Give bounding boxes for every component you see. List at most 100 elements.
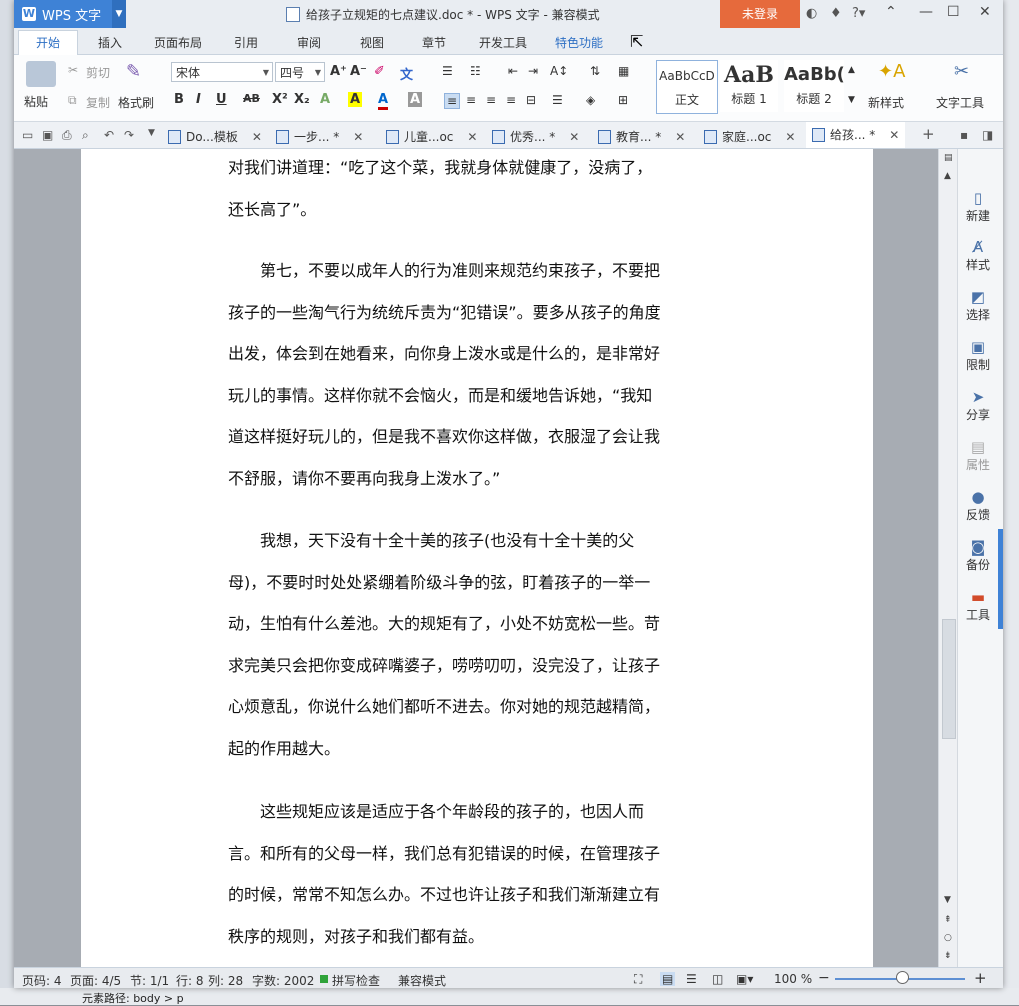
close-icon[interactable]: ✕ [569,130,579,144]
grow-font-icon[interactable]: A⁺ [330,64,347,79]
new-style-icon[interactable]: ✦A [878,61,905,82]
paste-button[interactable]: 粘贴 [24,93,48,110]
open-folder-icon[interactable]: ▭ [22,128,33,142]
sidepane-select[interactable]: ◩ 选择 [958,288,998,323]
tab-home[interactable]: 开始 [18,30,78,55]
quick-access-more-icon[interactable]: ▼ [148,128,155,138]
tab-insert[interactable]: 插入 [98,34,122,51]
web-view-icon[interactable]: ◫ [712,972,723,986]
zoom-in-icon[interactable]: + [974,969,987,987]
doc-tab-active[interactable]: 给孩... * ✕ [806,122,906,148]
close-icon[interactable]: ✕ [889,122,899,148]
maximize-icon[interactable]: ☐ [947,4,960,20]
paste-icon[interactable] [26,61,56,87]
underline-icon[interactable]: U [216,92,227,107]
doc-tab[interactable]: 家庭...oc ✕ [704,128,795,145]
help-icon[interactable]: ?▾ [852,6,865,21]
tab-list-icon[interactable]: ▪ [960,128,968,142]
doc-tab[interactable]: Do...模板 ✕ [168,128,262,145]
sidepane-new[interactable]: ▯ 新建 [958,189,998,224]
close-icon[interactable]: ✕ [252,130,262,144]
skin-icon[interactable]: ◐ [806,6,817,21]
sidepane-restrict[interactable]: ▣ 限制 [958,338,998,373]
scissors-icon[interactable]: ✂ [68,63,78,77]
doc-tab[interactable]: 一步... * ✕ [276,128,363,145]
char-shading-icon[interactable]: A [408,92,423,107]
tab-page-layout[interactable]: 页面布局 [154,34,202,51]
phonetic-icon[interactable]: 文 [400,64,413,83]
copy-icon[interactable]: ⧉ [68,93,77,108]
sidepane-share[interactable]: ➤ 分享 [958,388,998,423]
close-icon[interactable]: ✕ [979,4,991,20]
increase-indent-icon[interactable]: ⇥ [528,64,538,78]
tab-switch-icon[interactable]: ◨ [982,128,993,142]
align-center-icon[interactable]: ≡ [466,93,476,107]
highlight-icon[interactable]: A [348,92,363,107]
scroll-up-icon[interactable]: ▲ [944,171,951,181]
copy-button[interactable]: 复制 [86,94,110,111]
new-tab-icon[interactable]: + [922,125,935,143]
login-button[interactable]: 未登录 [720,0,800,28]
print-preview-icon[interactable]: ⌕ [82,128,89,143]
format-painter-button[interactable]: 格式刷 [118,94,154,111]
sidepane-feedback[interactable]: ● 反馈 [958,488,998,523]
select-browse-object-icon[interactable]: ○ [944,933,952,943]
page-view-icon[interactable]: ▤ [660,972,676,986]
style-normal[interactable]: AaBbCcD 正文 [656,60,718,114]
sidepane-tools[interactable]: ▬ 工具 [958,588,998,623]
scrollbar-thumb[interactable] [942,619,956,739]
text-effect-icon[interactable]: A [320,92,330,107]
tab-developer[interactable]: 开发工具 [479,34,527,51]
font-size-select[interactable]: 四号 ▼ [275,62,325,82]
zoom-out-icon[interactable]: − [818,970,830,986]
chevron-down-icon[interactable]: ▼ [112,0,126,28]
bold-icon[interactable]: B [174,92,184,107]
distribute-icon[interactable]: ⊟ [526,93,536,107]
split-icon[interactable]: ▤ [944,153,953,163]
status-word-count[interactable]: 字数: 2002 [252,972,314,988]
decrease-indent-icon[interactable]: ⇤ [508,64,518,78]
subscript-icon[interactable]: X₂ [294,92,310,107]
tab-review[interactable]: 审阅 [297,34,321,51]
text-tools-icon[interactable]: ✂ [954,61,969,82]
full-screen-icon[interactable]: ⛶ [634,972,642,987]
styles-scroll-up-icon[interactable]: ▲ [848,65,855,75]
status-spellcheck[interactable]: 拼写检查 [332,972,380,988]
zoom-level[interactable]: 100 % [774,972,812,986]
clear-format-icon[interactable]: ✐ [374,64,385,79]
styles-more-icon[interactable]: ▼ [848,95,855,105]
format-painter-icon[interactable]: ✎ [126,61,141,82]
numbered-list-icon[interactable]: ☷ [470,64,481,78]
strikethrough-icon[interactable]: AB [243,92,260,105]
prev-page-icon[interactable]: ⇞ [944,915,952,925]
shrink-font-icon[interactable]: A⁻ [350,64,367,79]
style-heading-2[interactable]: AaBb( 标题 2 [784,60,844,112]
close-icon[interactable]: ✕ [353,130,363,144]
italic-icon[interactable]: I [196,92,201,107]
save-icon[interactable]: ▣ [42,128,53,142]
text-tools-button[interactable]: 文字工具 [936,94,984,111]
table-icon[interactable]: ▦ [618,64,629,78]
justify-icon[interactable]: ≡ [506,93,516,107]
doc-tab[interactable]: 儿童...oc ✕ [386,128,477,145]
sidepane-backup[interactable]: ◙ 备份 [958,538,998,573]
outline-view-icon[interactable]: ☰ [686,972,697,986]
shirt-icon[interactable]: ♦ [830,6,842,21]
superscript-icon[interactable]: X² [272,92,288,107]
vertical-scrollbar[interactable]: ▤ ▲ ▼ ⇞ ○ ⇟ [938,149,958,967]
borders-icon[interactable]: ⊞ [618,93,628,107]
print-icon[interactable]: ⎙ [62,128,72,143]
scroll-down-icon[interactable]: ▼ [944,895,951,905]
tab-chapter[interactable]: 章节 [422,34,446,51]
redo-icon[interactable]: ↷ [124,128,134,142]
app-menu-button[interactable]: W WPS 文字 ▼ [14,0,126,28]
bullet-list-icon[interactable]: ☰ [442,64,453,78]
next-page-icon[interactable]: ⇟ [944,951,952,961]
style-heading-1[interactable]: AaB 标题 1 [720,60,778,112]
sort-icon[interactable]: ⇅ [590,64,600,78]
reading-view-icon[interactable]: ▣▾ [736,972,753,986]
tab-special-features[interactable]: 特色功能 [555,34,603,51]
sidepane-collapse-handle[interactable] [998,529,1003,629]
collapse-ribbon-icon[interactable]: ⌃ [885,4,897,20]
cut-button[interactable]: 剪切 [86,64,110,81]
